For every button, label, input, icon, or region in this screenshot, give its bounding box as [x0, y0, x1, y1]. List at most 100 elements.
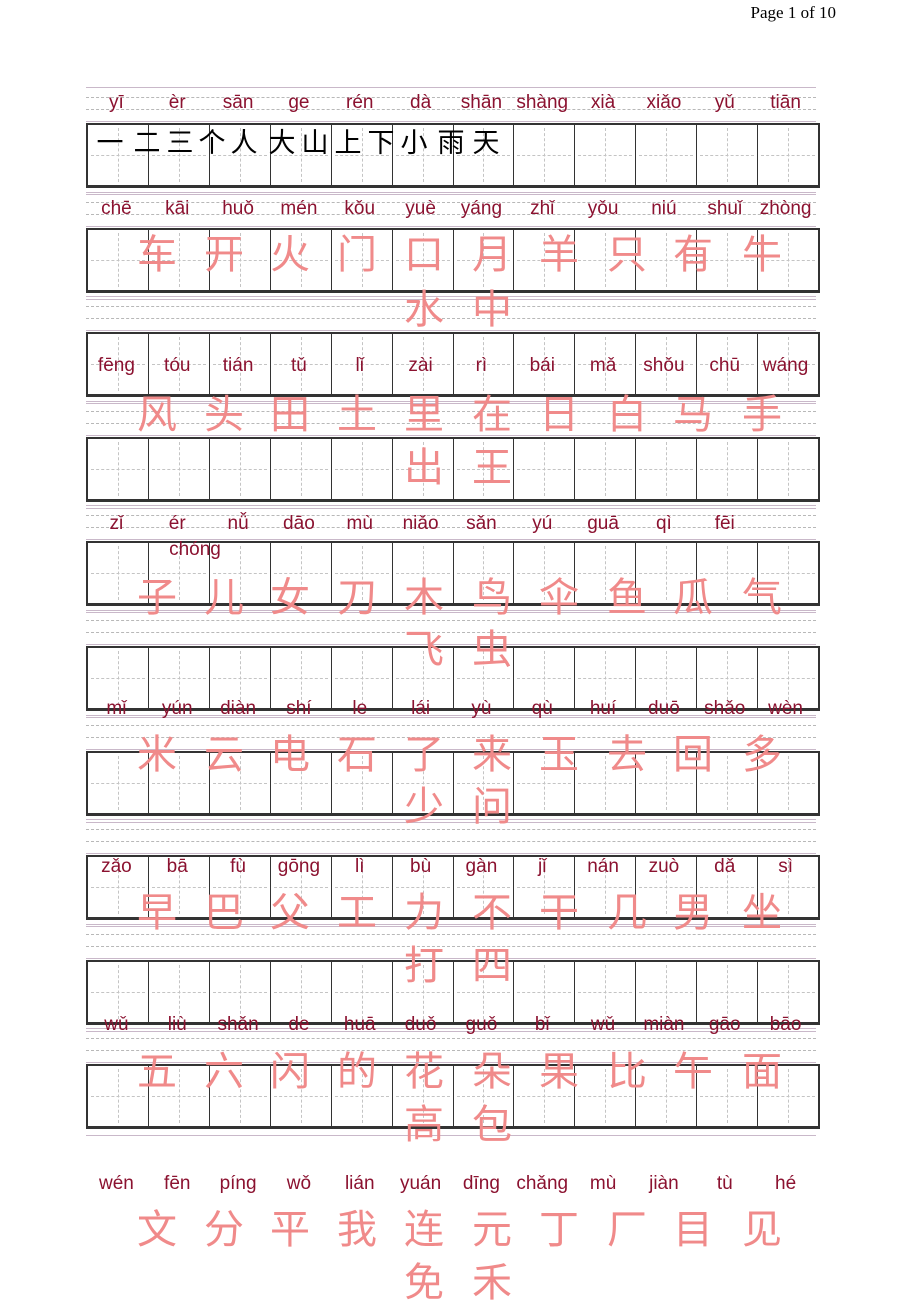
writing-cell[interactable]: [147, 438, 209, 499]
writing-cell[interactable]: [757, 961, 818, 1022]
writing-cell[interactable]: [513, 961, 574, 1022]
hanzi-character: 干: [539, 890, 579, 936]
writing-cell[interactable]: [635, 961, 696, 1022]
writing-cell[interactable]: [330, 438, 392, 499]
hanzi-character: 目: [673, 1207, 713, 1253]
pinyin-label: ér: [168, 513, 186, 534]
writing-cell[interactable]: [574, 438, 635, 499]
hanzi-character: 问: [472, 784, 512, 830]
writing-cell[interactable]: [513, 438, 574, 499]
hanzi-character: 中: [472, 287, 512, 333]
writing-cell[interactable]: [696, 961, 757, 1022]
writing-cell[interactable]: [696, 438, 757, 499]
pinyin-label: fēn: [164, 1173, 191, 1194]
writing-cell[interactable]: [269, 438, 331, 499]
hanzi-character: 了: [404, 732, 444, 778]
pinyin-label: wǔ: [590, 1014, 616, 1035]
guide-line: [86, 121, 816, 122]
pinyin-label: zhǐ: [530, 198, 555, 219]
pinyin-label: zǐ: [109, 513, 124, 534]
pinyin-label: diàn: [220, 698, 257, 719]
hanzi-character: 打: [404, 943, 444, 989]
writing-cell[interactable]: [757, 438, 818, 499]
hanzi-character: 果: [539, 1049, 579, 1095]
pinyin-label: dǎ: [714, 856, 736, 877]
hanzi-character: 朵: [472, 1049, 512, 1095]
writing-cell[interactable]: [757, 125, 818, 185]
pinyin-label: ge: [288, 92, 310, 113]
hanzi-character: 早: [137, 890, 177, 936]
guide-line: [86, 507, 816, 509]
writing-cell[interactable]: [696, 125, 757, 185]
pinyin-label: kǒu: [344, 198, 376, 219]
hanzi-character: 日: [539, 392, 579, 438]
pinyin-label: mǎ: [589, 355, 617, 376]
pinyin-label: dīng: [462, 1173, 500, 1194]
hanzi-character: 三: [166, 128, 194, 159]
pinyin-label: qù: [531, 698, 553, 719]
pinyin-label: qì: [655, 513, 672, 534]
hanzi-character: 手: [742, 392, 782, 438]
pinyin-label: fēng: [97, 355, 135, 376]
pinyin-label: fù: [230, 856, 247, 877]
hanzi-character: 伞: [539, 575, 579, 621]
hanzi-character: 木: [404, 575, 444, 621]
pinyin-label: rén: [346, 92, 374, 113]
hanzi-character: 的: [337, 1049, 377, 1095]
guide-line: [86, 298, 816, 300]
guide-line: [86, 1038, 816, 1040]
writing-cell[interactable]: [88, 962, 148, 1022]
writing-cell[interactable]: [88, 439, 148, 499]
writing-cell[interactable]: [635, 438, 696, 499]
guide-line: [86, 821, 816, 823]
guide-line: [86, 296, 816, 298]
pinyin-label: tù: [716, 1173, 733, 1194]
writing-cell[interactable]: [269, 961, 331, 1022]
writing-cell[interactable]: [208, 438, 270, 499]
hanzi-character: 水: [404, 287, 444, 333]
hanzi-character: 包: [472, 1102, 512, 1148]
hanzi-character: 丁: [539, 1207, 579, 1253]
hanzi-character: 电: [270, 732, 310, 778]
pinyin-label: sān: [222, 92, 254, 113]
pinyin-label: huí: [589, 698, 617, 719]
writing-cell[interactable]: [574, 125, 635, 185]
hanzi-character: 女: [270, 575, 310, 621]
writing-cell[interactable]: [147, 961, 209, 1022]
hanzi-character: 禾: [472, 1260, 512, 1306]
hanzi-character: 云: [204, 732, 244, 778]
hanzi-character: 石: [337, 732, 377, 778]
pinyin-label: fēi: [714, 513, 735, 534]
guide-line: [86, 1028, 816, 1030]
pinyin-label: jǐ: [538, 856, 547, 877]
pinyin-label: duǒ: [404, 1014, 437, 1035]
pinyin-label: shǎo: [704, 698, 746, 719]
guide-line: [86, 505, 816, 507]
hanzi-character: 面: [742, 1049, 782, 1095]
writing-cell[interactable]: [330, 961, 392, 1022]
pinyin-label: tǔ: [290, 355, 307, 376]
guide-line: [86, 306, 816, 308]
writing-cell[interactable]: [574, 961, 635, 1022]
writing-cell[interactable]: [635, 125, 696, 185]
guide-line: [86, 194, 816, 195]
hanzi-character: 天: [472, 128, 500, 159]
writing-cell[interactable]: [513, 125, 574, 185]
pinyin-label: sì: [778, 856, 793, 877]
pinyin-label: lái: [411, 698, 431, 719]
guide-line: [86, 527, 816, 529]
pinyin-label: wǔ: [104, 1014, 129, 1035]
hanzi-character: 瓜: [673, 575, 713, 621]
pinyin-label: le: [352, 698, 368, 719]
pinyin-label: huǒ: [222, 198, 254, 219]
writing-cell[interactable]: [208, 961, 270, 1022]
pinyin-label: zài: [408, 355, 433, 376]
hanzi-character: 个: [198, 128, 226, 159]
pinyin-label: nán: [587, 856, 619, 877]
pinyin-label: yǔ: [714, 92, 735, 113]
hanzi-character: 坐: [742, 890, 782, 936]
hanzi-character: 头: [204, 392, 244, 438]
hanzi-character: 上: [334, 128, 362, 159]
pinyin-label: shǒu: [643, 355, 685, 376]
pinyin-label: gàn: [465, 856, 498, 877]
